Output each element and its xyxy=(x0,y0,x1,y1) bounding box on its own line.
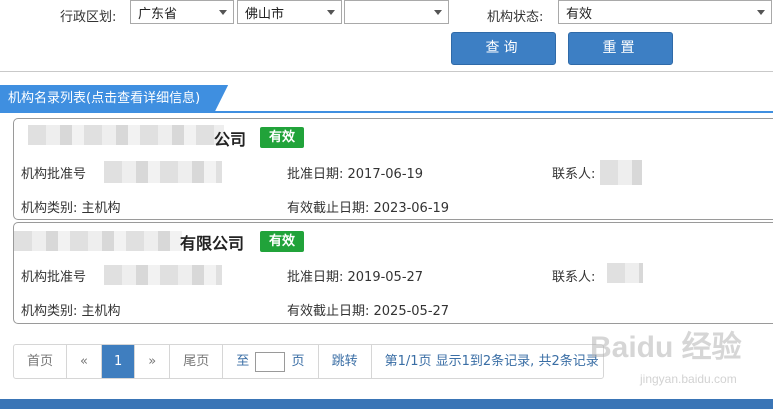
footer-bar xyxy=(0,399,773,409)
status-label: 机构状态: xyxy=(487,10,544,25)
approval-date: 批准日期: 2017-06-19 xyxy=(287,167,424,182)
district-select[interactable] xyxy=(344,0,449,24)
redacted-approval-no xyxy=(104,265,222,285)
org-name: 有限公司 xyxy=(180,234,245,253)
redacted-org-name xyxy=(28,125,224,145)
redacted-contact xyxy=(607,263,643,283)
chevron-down-icon xyxy=(219,10,227,15)
province-value: 广东省 xyxy=(138,7,178,22)
status-select[interactable]: 有效 xyxy=(558,0,772,24)
watermark-url: jingyan.baidu.com xyxy=(640,372,737,386)
redacted-contact xyxy=(600,160,642,185)
status-badge: 有效 xyxy=(260,231,305,252)
province-select[interactable]: 广东省 xyxy=(130,0,234,24)
pagination: 首页 « 1 » 尾页 至 页 跳转 第1/1页 显示1到2条记录, 共2条记录 xyxy=(13,344,604,379)
expiry-date: 有效截止日期: 2023-06-19 xyxy=(287,201,450,216)
chevron-down-icon xyxy=(434,10,442,15)
org-name: 公司 xyxy=(214,130,247,149)
approval-no-label: 机构批准号 xyxy=(21,167,87,182)
reset-button[interactable]: 重置 xyxy=(568,32,673,65)
page-1-button[interactable]: 1 xyxy=(101,345,136,378)
org-category: 机构类别: 主机构 xyxy=(21,201,121,216)
prev-page-button[interactable]: « xyxy=(67,345,102,378)
chevron-down-icon xyxy=(757,10,765,15)
next-page-button[interactable]: » xyxy=(135,345,171,378)
contact-label: 联系人: xyxy=(552,167,596,182)
redacted-org-name xyxy=(14,231,182,251)
first-page-button[interactable]: 首页 xyxy=(14,345,68,378)
region-label: 行政区划: xyxy=(60,10,117,25)
redacted-approval-no xyxy=(104,161,222,183)
page-summary: 第1/1页 显示1到2条记录, 共2条记录 xyxy=(384,354,599,369)
last-page-button[interactable]: 尾页 xyxy=(170,345,224,378)
contact-label: 联系人: xyxy=(552,270,596,285)
org-card[interactable]: 公司 有效 机构批准号 批准日期: 2017-06-19 联系人: 机构类别: … xyxy=(13,118,773,220)
city-value: 佛山市 xyxy=(245,7,285,22)
org-card[interactable]: 有限公司 有效 机构批准号 批准日期: 2019-05-27 联系人: 机构类别… xyxy=(13,222,773,324)
expiry-date: 有效截止日期: 2025-05-27 xyxy=(287,304,450,319)
approval-date: 批准日期: 2019-05-27 xyxy=(287,270,424,285)
status-badge: 有效 xyxy=(260,127,305,148)
approval-no-label: 机构批准号 xyxy=(21,270,87,285)
query-button[interactable]: 查询 xyxy=(451,32,556,65)
list-section-header: 机构名录列表(点击查看详细信息) xyxy=(0,85,773,113)
chevron-down-icon xyxy=(327,10,335,15)
list-title: 机构名录列表(点击查看详细信息) xyxy=(0,85,228,113)
jump-button[interactable]: 跳转 xyxy=(319,345,372,378)
page-number-input[interactable] xyxy=(255,351,286,372)
filter-bar: 行政区划: 广东省 佛山市 机构状态: 有效 查询 重置 xyxy=(0,0,773,72)
goto-prefix: 至 xyxy=(236,354,250,369)
goto-page: 至 页 xyxy=(223,345,319,378)
city-select[interactable]: 佛山市 xyxy=(237,0,342,24)
org-category: 机构类别: 主机构 xyxy=(21,304,121,319)
status-value: 有效 xyxy=(566,7,593,22)
watermark-logo: Baidu 经验 xyxy=(590,331,742,364)
goto-suffix: 页 xyxy=(291,354,305,369)
